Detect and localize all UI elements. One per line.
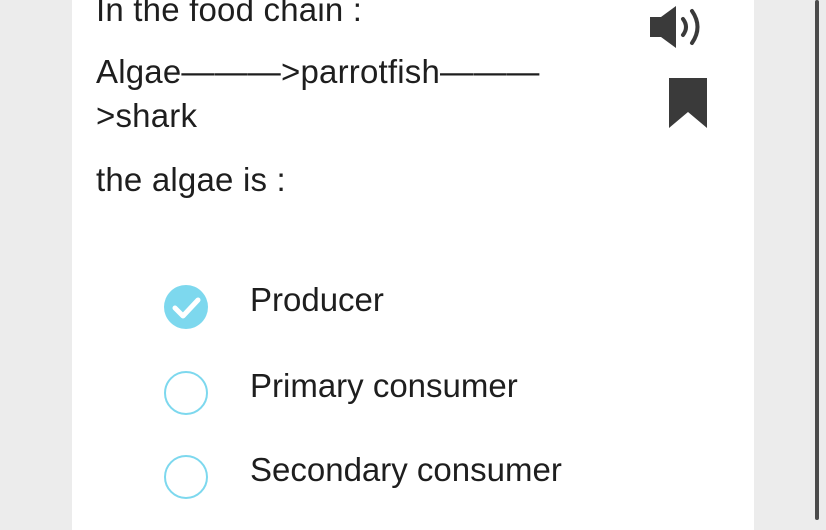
option-primary-consumer[interactable]: Primary consumer [160, 362, 680, 422]
question-line-3: the algae is : [96, 161, 286, 198]
option-label: Producer [250, 281, 384, 318]
scrollbar[interactable] [815, 0, 819, 520]
question-line-1: In the food chain : [96, 0, 363, 28]
option-producer[interactable]: Producer [160, 276, 680, 336]
empty-circle-icon[interactable] [163, 370, 209, 416]
speaker-icon[interactable] [648, 4, 710, 50]
bookmark-icon[interactable] [668, 78, 708, 128]
quiz-screen: In the food chain : Algae———>parrotfish—… [0, 0, 826, 530]
option-label: Primary consumer [250, 367, 518, 404]
check-circle-icon[interactable] [163, 284, 209, 330]
option-label: Secondary consumer [250, 451, 562, 488]
option-secondary-consumer[interactable]: Secondary consumer [160, 446, 680, 506]
empty-circle-icon[interactable] [163, 454, 209, 500]
question-line-2: Algae———>parrotfish———>shark [96, 53, 540, 134]
